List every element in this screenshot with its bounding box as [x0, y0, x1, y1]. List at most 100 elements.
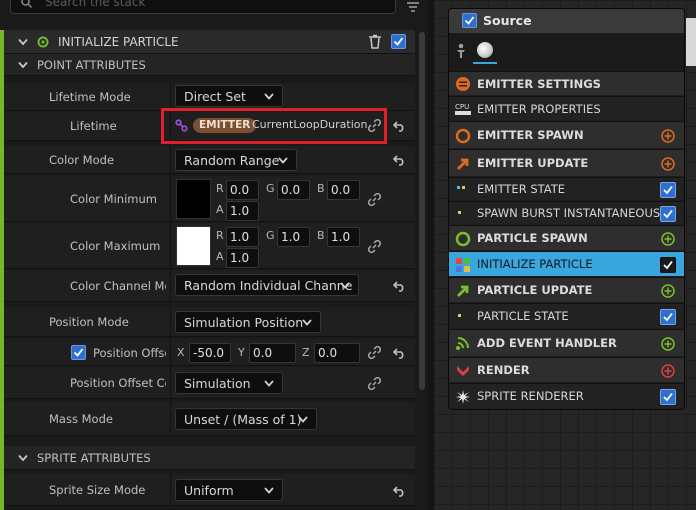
chevron-down-icon [340, 282, 350, 289]
stack-row-particle-spawn[interactable]: PARTICLE SPAWN [449, 225, 684, 250]
property-label: Color Mode [49, 153, 115, 167]
link-icon[interactable] [368, 377, 381, 390]
search-input[interactable]: Search the stack [10, 0, 396, 14]
scrollbar[interactable] [419, 32, 425, 390]
category-point-attributes[interactable]: POINT ATTRIBUTES [4, 54, 415, 76]
color-mode-dropdown[interactable]: Random Range [175, 149, 297, 171]
stack-row-particle-state[interactable]: PARTICLE STATE [449, 303, 684, 328]
emitter-settings-icon [456, 77, 470, 91]
reset-to-default-icon[interactable] [393, 485, 406, 497]
module-dot-icon [458, 313, 461, 317]
color-min-b-field[interactable]: 0.0 [327, 180, 360, 200]
particle-spawn-icon [455, 231, 471, 246]
sprite-size-mode-dropdown[interactable]: Uniform [175, 479, 283, 501]
lifetime-mode-dropdown[interactable]: Direct Set [175, 85, 283, 107]
add-module-icon[interactable] [661, 128, 675, 143]
stack-row-label: SPRITE RENDERER [477, 389, 584, 403]
add-module-icon[interactable] [661, 231, 675, 246]
reset-to-default-icon[interactable] [393, 154, 406, 166]
emitter-enabled-checkbox[interactable] [462, 13, 477, 28]
reset-to-default-icon[interactable] [393, 280, 406, 292]
search-icon [21, 0, 32, 8]
link-icon[interactable] [368, 346, 381, 359]
chevron-down-icon [278, 157, 288, 164]
stack-row-emitter-properties[interactable]: CPU EMITTER PROPERTIES [449, 96, 684, 120]
property-label: Sprite Size Mode [49, 483, 146, 497]
property-label: Position Offse [93, 346, 166, 360]
category-sprite-attributes[interactable]: SPRITE ATTRIBUTES [4, 446, 415, 470]
mass-mode-dropdown[interactable]: Unset / (Mass of 1) [175, 408, 317, 430]
color-maximum-swatch[interactable] [176, 226, 211, 266]
dropdown-value: Random Range [184, 153, 280, 168]
dropdown-value: Random Individual Channe [184, 278, 353, 293]
stack-row-label: EMITTER SPAWN [477, 128, 584, 142]
stack-row-sprite-renderer[interactable]: SPRITE RENDERER [449, 383, 684, 408]
highlight-annotation-box [161, 108, 387, 144]
add-module-icon[interactable] [661, 156, 675, 171]
position-mode-dropdown[interactable]: Simulation Position [175, 311, 321, 333]
material-thumbnail[interactable] [473, 38, 497, 64]
property-row-color-minimum: Color Minimum R 0.0 G 0.0 B 0.0 A 1.0 [4, 176, 415, 222]
position-offset-enable-checkbox[interactable] [71, 345, 86, 360]
stack-row-emitter-state[interactable]: EMITTER STATE [449, 177, 684, 200]
color-min-g-field[interactable]: 0.0 [277, 180, 310, 200]
reset-to-default-icon[interactable] [393, 347, 406, 359]
chevron-down-icon[interactable] [18, 38, 28, 46]
stack-row-emitter-update[interactable]: EMITTER UPDATE [449, 149, 684, 176]
chevron-down-icon[interactable] [18, 454, 28, 462]
dropdown-value: Uniform [184, 483, 234, 498]
emitter-spawn-icon [455, 128, 471, 143]
link-icon[interactable] [368, 193, 381, 206]
render-icon [457, 365, 469, 376]
color-channel-mode-dropdown[interactable]: Random Individual Channe [175, 274, 359, 296]
add-module-icon[interactable] [661, 336, 675, 351]
color-max-g-field[interactable]: 1.0 [277, 227, 310, 247]
axis-label-y: Y [238, 346, 245, 359]
stack-row-particle-update[interactable]: PARTICLE UPDATE [449, 277, 684, 302]
dropdown-value: Unset / (Mass of 1) [184, 412, 302, 427]
module-enabled-checkbox[interactable] [660, 181, 676, 198]
chevron-down-icon [298, 416, 308, 423]
stack-filter-icon[interactable] [406, 1, 420, 13]
emitter-node[interactable]: Source EMITTER SETTINGS CPU EMITTER PROPER… [448, 8, 685, 410]
stack-row-label: EMITTER UPDATE [477, 156, 589, 170]
module-enabled-checkbox[interactable] [660, 388, 676, 405]
module-header-initialize-particle[interactable]: INITIALIZE PARTICLE [4, 30, 415, 54]
property-row-lifetime-mode: Lifetime Mode Direct Set [4, 83, 415, 111]
stack-row-initialize-particle[interactable]: INITIALIZE PARTICLE [449, 251, 684, 276]
position-offset-y-field[interactable]: 0.0 [249, 343, 296, 363]
stack-row-emitter-settings[interactable]: EMITTER SETTINGS [449, 71, 684, 95]
module-enabled-checkbox[interactable] [391, 34, 406, 49]
position-offset-z-field[interactable]: 0.0 [314, 343, 360, 363]
trash-icon[interactable] [368, 34, 382, 49]
stack-row-label: ADD EVENT HANDLER [477, 336, 617, 350]
module-enabled-checkbox[interactable] [660, 205, 676, 222]
emitter-node-header[interactable]: Source [449, 9, 684, 33]
stack-row-add-event-handler[interactable]: ADD EVENT HANDLER [449, 329, 684, 356]
reset-to-default-icon[interactable] [393, 120, 406, 132]
stack-row-spawn-burst-instantaneous[interactable]: SPAWN BURST INSTANTANEOUS [449, 201, 684, 224]
link-icon[interactable] [368, 240, 381, 253]
property-row-position-offset: Position Offse X -50.0 Y 0.0 Z 0.0 [4, 339, 415, 366]
search-placeholder: Search the stack [45, 0, 146, 9]
color-max-a-field[interactable]: 1.0 [226, 248, 259, 268]
stack-row-render[interactable]: RENDER [449, 357, 684, 382]
emitter-title: Source [483, 13, 532, 28]
position-offset-x-field[interactable]: -50.0 [189, 343, 231, 363]
chevron-down-icon[interactable] [18, 61, 28, 69]
color-max-b-field[interactable]: 1.0 [327, 227, 360, 247]
position-offset-coordinate-dropdown[interactable]: Simulation [175, 372, 283, 394]
module-enabled-checkbox[interactable] [660, 308, 676, 325]
color-min-a-field[interactable]: 1.0 [226, 201, 259, 221]
property-label: Color Maximum [70, 239, 161, 253]
add-module-icon[interactable] [661, 283, 675, 298]
module-enabled-checkbox[interactable] [660, 256, 676, 273]
add-module-icon[interactable] [661, 363, 675, 378]
color-min-r-field[interactable]: 0.0 [226, 180, 259, 200]
stack-row-label: RENDER [477, 363, 530, 377]
property-row-color-channel-mode: Color Channel Moc Random Individual Chan… [4, 270, 415, 302]
color-minimum-swatch[interactable] [176, 179, 211, 219]
stack-row-label: EMITTER STATE [477, 182, 566, 196]
color-max-r-field[interactable]: 1.0 [226, 227, 259, 247]
stack-row-emitter-spawn[interactable]: EMITTER SPAWN [449, 121, 684, 148]
